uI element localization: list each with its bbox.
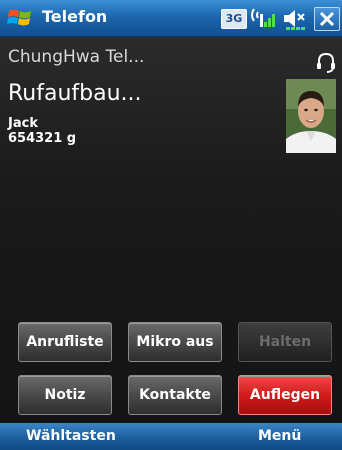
softkey-right-menu[interactable]: Menü [258, 428, 301, 444]
hold-button[interactable]: Halten [238, 322, 332, 362]
app-title: Telefon [42, 7, 108, 26]
signal-strength-icon[interactable] [250, 6, 276, 30]
call-status: Rufaufbau... [8, 81, 142, 106]
note-button[interactable]: Notiz [18, 375, 112, 415]
network-3g-indicator[interactable]: 3G [221, 9, 247, 29]
close-icon[interactable] [314, 7, 340, 31]
contact-photo [286, 79, 336, 153]
mute-button[interactable]: Mikro aus [128, 322, 222, 362]
call-log-button[interactable]: Anrufliste [18, 322, 112, 362]
end-call-button[interactable]: Auflegen [238, 375, 332, 415]
headset-icon [317, 52, 335, 73]
softkey-bar: Wähltasten Menü [0, 423, 342, 450]
contact-name: Jack [8, 116, 38, 131]
contact-number: 654321 g [8, 131, 77, 146]
operator-name: ChungHwa Tel... [8, 47, 145, 67]
volume-icon[interactable] [282, 7, 310, 31]
call-screen: ChungHwa Tel... Rufaufbau... Jack 654321… [0, 37, 342, 423]
windows-start-icon[interactable] [6, 5, 34, 31]
softkey-left-keypad[interactable]: Wähltasten [26, 428, 116, 444]
title-bar: Telefon 3G [0, 0, 342, 37]
contacts-button[interactable]: Kontakte [128, 375, 222, 415]
